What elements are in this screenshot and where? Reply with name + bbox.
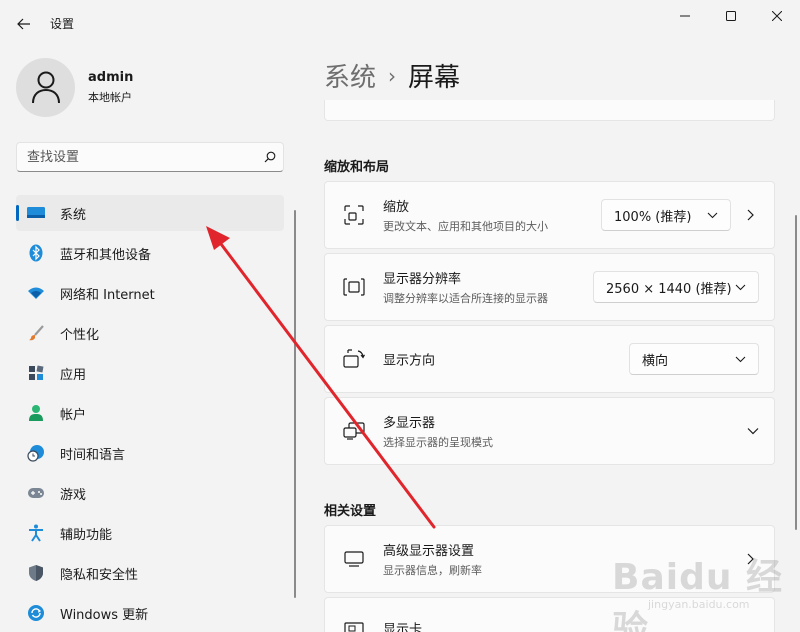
- sidebar-item-label: 辅助功能: [60, 527, 113, 543]
- resolution-icon: [343, 276, 365, 298]
- sidebar-item-label: 游戏: [60, 487, 87, 503]
- sidebar-item-label: 网络和 Internet: [60, 287, 155, 303]
- watermark-sub: jingyan.baidu.com: [648, 598, 750, 611]
- baidu-watermark: Baidu 经验 jingyan.baidu.com: [612, 548, 792, 632]
- multi-monitor-icon: [343, 420, 365, 442]
- update-icon: [26, 603, 46, 623]
- chevron-down-icon: [707, 212, 718, 219]
- sidebar-item-windows-update[interactable]: Windows 更新: [16, 595, 284, 631]
- multi-monitor-row[interactable]: 多显示器 选择显示器的呈现模式: [324, 397, 775, 465]
- globe-clock-icon: [26, 443, 46, 463]
- content-scrollbar[interactable]: [795, 215, 797, 530]
- wifi-icon: [26, 283, 46, 303]
- profile-name: admin: [88, 69, 134, 85]
- system-display-icon: [26, 203, 46, 223]
- partial-card: [324, 100, 775, 121]
- bluetooth-icon: [26, 243, 46, 263]
- orientation-dropdown[interactable]: 横向: [629, 343, 759, 375]
- sidebar-item-label: 蓝牙和其他设备: [60, 247, 152, 263]
- multi-monitor-title: 多显示器: [383, 416, 436, 431]
- page-title: 屏幕: [408, 63, 461, 93]
- resolution-subtitle: 调整分辨率以适合所连接的显示器: [383, 292, 548, 305]
- sidebar-scrollbar[interactable]: [294, 210, 296, 598]
- search-input[interactable]: [27, 144, 257, 170]
- window-title: 设置: [50, 17, 75, 31]
- chevron-down-icon[interactable]: [746, 425, 760, 437]
- shield-icon: [26, 563, 46, 583]
- resolution-row[interactable]: 显示器分辨率 调整分辨率以适合所连接的显示器 2560 × 1440 (推荐): [324, 253, 775, 321]
- sidebar-item-network[interactable]: 网络和 Internet: [16, 275, 284, 311]
- multi-monitor-subtitle: 选择显示器的呈现模式: [383, 436, 493, 449]
- user-profile[interactable]: admin 本地帐户: [16, 57, 133, 117]
- user-icon: [31, 71, 60, 104]
- sidebar-item-label: 隐私和安全性: [60, 567, 139, 583]
- advanced-display-title: 高级显示器设置: [383, 544, 475, 559]
- apps-icon: [26, 363, 46, 383]
- sidebar-item-bluetooth[interactable]: 蓝牙和其他设备: [16, 235, 284, 271]
- section-title-related: 相关设置: [324, 504, 377, 519]
- chevron-right-icon[interactable]: [744, 208, 756, 222]
- sidebar-item-label: 应用: [60, 367, 87, 383]
- search-icon[interactable]: [257, 151, 283, 163]
- breadcrumb-parent[interactable]: 系统: [324, 57, 376, 94]
- scale-icon: [343, 204, 365, 226]
- scale-dropdown[interactable]: 100% (推荐): [601, 199, 731, 231]
- search-box[interactable]: [16, 142, 284, 172]
- account-icon: [26, 403, 46, 423]
- paintbrush-icon: [26, 323, 46, 343]
- profile-account-type: 本地帐户: [88, 90, 132, 104]
- scale-dropdown-value: 100% (推荐): [614, 209, 692, 225]
- sidebar-item-accounts[interactable]: 帐户: [16, 395, 284, 431]
- sidebar-item-label: Windows 更新: [60, 607, 149, 623]
- close-button[interactable]: [754, 0, 800, 32]
- avatar: [16, 57, 75, 117]
- scale-row[interactable]: 缩放 更改文本、应用和其他项目的大小 100% (推荐): [324, 181, 775, 249]
- sidebar-item-label: 帐户: [60, 407, 87, 423]
- sidebar-item-privacy[interactable]: 隐私和安全性: [16, 555, 284, 591]
- sidebar-item-label: 系统: [60, 207, 87, 223]
- sidebar-item-apps[interactable]: 应用: [16, 355, 284, 391]
- sidebar-item-label: 个性化: [60, 327, 100, 343]
- sidebar-item-gaming[interactable]: 游戏: [16, 475, 284, 511]
- maximize-icon: [726, 11, 736, 21]
- orientation-icon: [343, 348, 365, 370]
- minimize-button[interactable]: [662, 0, 708, 32]
- back-button[interactable]: [10, 10, 38, 38]
- scale-title: 缩放: [383, 200, 410, 215]
- section-title-scale-layout: 缩放和布局: [324, 160, 390, 175]
- maximize-button[interactable]: [708, 0, 754, 32]
- graphics-title: 显示卡: [383, 622, 423, 632]
- minimize-icon: [680, 15, 690, 17]
- back-arrow-icon: [17, 18, 30, 30]
- resolution-dropdown[interactable]: 2560 × 1440 (推荐): [593, 271, 759, 303]
- breadcrumb: 系统 › 屏幕: [324, 57, 460, 94]
- resolution-title: 显示器分辨率: [383, 272, 462, 287]
- sidebar-nav: 系统 蓝牙和其他设备 网络和 Internet 个性化 应用 帐户 时间和语言 …: [16, 195, 284, 632]
- sidebar-item-time-language[interactable]: 时间和语言: [16, 435, 284, 471]
- monitor-icon: [343, 548, 365, 570]
- sidebar-item-label: 时间和语言: [60, 447, 126, 463]
- orientation-dropdown-value: 横向: [642, 353, 669, 369]
- breadcrumb-separator: ›: [388, 63, 397, 88]
- advanced-display-subtitle: 显示器信息，刷新率: [383, 564, 482, 577]
- graphics-card-icon: [343, 617, 365, 632]
- orientation-row[interactable]: 显示方向 横向: [324, 325, 775, 393]
- chevron-down-icon: [735, 284, 746, 291]
- sidebar-item-personalization[interactable]: 个性化: [16, 315, 284, 351]
- title-bar: 设置: [0, 0, 800, 46]
- chevron-down-icon: [735, 356, 746, 363]
- sidebar-item-accessibility[interactable]: 辅助功能: [16, 515, 284, 551]
- scale-subtitle: 更改文本、应用和其他项目的大小: [383, 220, 548, 233]
- resolution-dropdown-value: 2560 × 1440 (推荐): [606, 281, 732, 297]
- close-icon: [772, 11, 782, 21]
- sidebar-item-system[interactable]: 系统: [16, 195, 284, 231]
- orientation-title: 显示方向: [383, 353, 436, 369]
- watermark-main: Baidu 经验: [612, 557, 784, 632]
- gamepad-icon: [26, 483, 46, 503]
- accessibility-icon: [26, 523, 46, 543]
